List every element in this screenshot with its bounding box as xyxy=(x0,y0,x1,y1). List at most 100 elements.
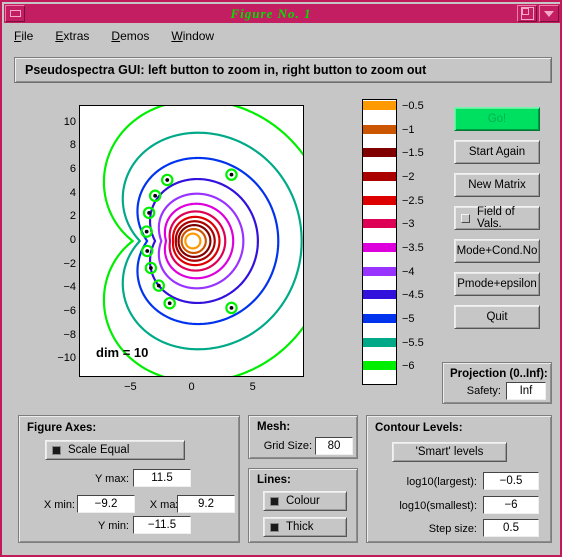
xmax-input[interactable]: 9.2 xyxy=(177,495,235,513)
pmode-epsilon-button[interactable]: Pmode+epsilon xyxy=(454,272,540,296)
colorbar-band xyxy=(363,172,396,181)
start-again-button[interactable]: Start Again xyxy=(454,140,540,164)
grid-size-input[interactable]: 80 xyxy=(315,437,353,455)
y-axis-labels: 10 8 6 4 2 0 −2 −4 −6 −8 −10 xyxy=(34,99,76,389)
scale-equal-label: Scale Equal xyxy=(68,444,130,456)
new-matrix-button[interactable]: New Matrix xyxy=(454,173,540,197)
scale-equal-checkbox-icon xyxy=(52,445,61,455)
quit-button[interactable]: Quit xyxy=(454,305,540,329)
colorbar-band xyxy=(363,124,396,134)
y-tick-label: 4 xyxy=(69,186,76,199)
projection-panel: Projection (0..Inf): Safety: Inf xyxy=(442,362,552,404)
menu-mnemonic-demos: D xyxy=(111,29,121,43)
eigenvalue-dot xyxy=(149,266,153,270)
window-menu-button[interactable] xyxy=(539,5,559,22)
x-tick-label: 5 xyxy=(249,381,256,393)
colorbar-tick-label: −5 xyxy=(402,313,415,325)
colorbar-band xyxy=(363,361,396,371)
maximize-button[interactable] xyxy=(517,5,537,22)
smart-levels-button[interactable]: 'Smart' levels xyxy=(392,442,507,462)
xmin-input[interactable]: −9.2 xyxy=(77,495,135,513)
colorbar-tick-label: −2 xyxy=(402,171,415,183)
menu-mnemonic-window: W xyxy=(171,29,183,43)
y-tick-label: 8 xyxy=(69,139,76,152)
grid-size-label: Grid Size: xyxy=(263,440,312,452)
x-tick-label: −5 xyxy=(124,381,137,393)
contour-levels-title: Contour Levels: xyxy=(375,422,463,434)
eigenvalue-dot xyxy=(156,283,161,288)
ymax-label: Y max: xyxy=(94,473,129,485)
y-tick-label: −4 xyxy=(63,281,76,294)
window-controls xyxy=(516,5,560,22)
y-tick-label: −2 xyxy=(63,257,76,270)
contour-level-−6 xyxy=(102,106,303,376)
colorbar-tick-label: −4 xyxy=(402,265,415,278)
colorbar-tick-label: −4.5 xyxy=(402,289,424,302)
plot-canvas[interactable] xyxy=(79,105,304,377)
step-size-label: Step size: xyxy=(428,523,477,535)
colour-checkbox-icon xyxy=(270,496,279,506)
window-title: Figure No. 1 xyxy=(230,5,312,21)
menu-bar: File Extras Demos Window xyxy=(4,25,560,47)
contour-level-−5.5 xyxy=(121,131,303,351)
menu-item-extras[interactable]: Extras xyxy=(55,29,89,43)
menu-label-window: indow xyxy=(182,29,215,43)
xmin-label: X min: xyxy=(43,499,75,511)
colorbar-band xyxy=(363,101,396,110)
colorbar-tick-label: −2.5 xyxy=(402,194,424,207)
mode-cond-no-button[interactable]: Mode+Cond.No xyxy=(454,239,540,263)
x-axis-labels: −5 0 5 xyxy=(79,379,306,395)
mesh-title: Mesh: xyxy=(257,421,291,433)
thick-button[interactable]: Thick xyxy=(263,517,347,537)
colorbar-band xyxy=(363,290,396,300)
menu-item-file[interactable]: File xyxy=(14,29,33,43)
eigenvalue-dot xyxy=(167,301,172,306)
colorbar-tick-label: −1.5 xyxy=(402,147,424,160)
y-tick-label: 0 xyxy=(69,234,76,246)
colorbar-band xyxy=(363,243,396,252)
colorbar-tick-label: −0.5 xyxy=(402,100,424,112)
eigenvalue-dot xyxy=(229,172,234,177)
title-bar: Figure No. 1 xyxy=(4,4,560,23)
mesh-panel: Mesh: Grid Size: 80 xyxy=(248,415,358,459)
go-button[interactable]: Go! xyxy=(454,107,540,131)
step-size-input[interactable]: 0.5 xyxy=(483,519,539,537)
field-of-vals-label: Field of Vals. xyxy=(477,206,515,230)
field-of-vals-checkbox-icon xyxy=(461,213,470,223)
colorbar-tick-label: −3.5 xyxy=(402,242,424,254)
eigenvalue-dot xyxy=(145,249,150,253)
y-tick-label: −8 xyxy=(63,328,76,341)
colour-button[interactable]: Colour xyxy=(263,491,347,511)
ymin-input[interactable]: −11.5 xyxy=(133,516,191,534)
menu-label-file: ile xyxy=(21,29,34,43)
log10-smallest-input[interactable]: −6 xyxy=(483,496,539,514)
colorbar-box xyxy=(362,99,397,385)
thick-checkbox-icon xyxy=(270,522,279,532)
log10-largest-input[interactable]: −0.5 xyxy=(483,472,539,490)
colorbar-tick-label: −1 xyxy=(402,123,415,136)
log10-largest-label: log10(largest): xyxy=(406,476,477,488)
scale-equal-button[interactable]: Scale Equal xyxy=(45,440,185,460)
minimize-button[interactable] xyxy=(5,5,25,22)
colorbar-band xyxy=(363,266,396,276)
colorbar: −0.5 −1 −1.5 −2 −2.5 −3 −3.5 −4 −4.5 −5 −5.5 −6 xyxy=(362,99,442,389)
menu-item-window[interactable]: Window xyxy=(171,29,214,43)
projection-title: Projection (0..Inf): xyxy=(450,368,548,380)
lines-panel: Lines: Colour Thick xyxy=(248,468,358,543)
field-of-vals-button[interactable]: Field of Vals. xyxy=(454,206,540,230)
eigenvalue-dot xyxy=(147,210,151,215)
lines-title: Lines: xyxy=(257,474,291,486)
colorbar-band xyxy=(363,148,396,158)
contour-levels-panel: Contour Levels: 'Smart' levels log10(lar… xyxy=(366,415,552,543)
menu-item-demos[interactable]: Demos xyxy=(111,29,149,43)
y-tick-label: 10 xyxy=(63,115,76,128)
ymin-label: Y min: xyxy=(98,520,129,532)
y-tick-label: −10 xyxy=(57,352,76,365)
contour-level-−2.5 xyxy=(171,215,221,267)
ymax-input[interactable]: 11.5 xyxy=(133,469,191,487)
contour-plot[interactable]: 10 8 6 4 2 0 −2 −4 −6 −8 −10 −5 0 5 dim = 10 xyxy=(34,99,314,393)
chevron-down-icon xyxy=(544,10,554,17)
thick-label: Thick xyxy=(286,521,314,533)
safety-input[interactable]: Inf xyxy=(506,382,546,400)
minimize-icon xyxy=(9,10,21,17)
